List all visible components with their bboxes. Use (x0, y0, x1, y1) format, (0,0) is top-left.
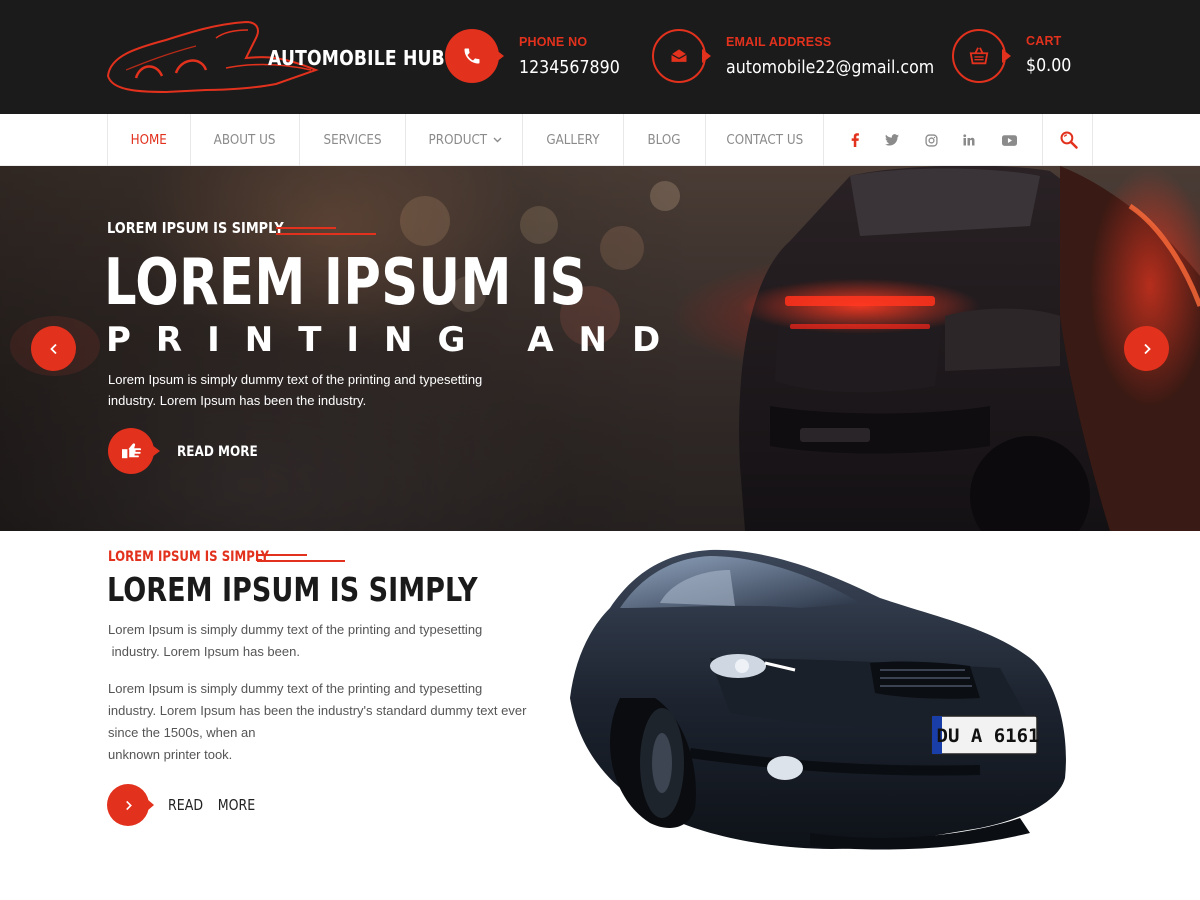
about-p2-line: unknown printer took. (108, 747, 233, 762)
chevron-right-icon (1143, 343, 1151, 354)
about-kicker-lines (257, 554, 345, 566)
phone-icon (445, 29, 499, 83)
hero-kicker-lines (276, 227, 376, 239)
phone-pointer (495, 49, 504, 63)
envelope-icon (652, 29, 706, 83)
cart-label: CART (1026, 34, 1062, 48)
chevron-down-icon (493, 137, 502, 143)
linkedin-icon[interactable] (950, 114, 988, 166)
main-navigation: HOME ABOUT US SERVICES PRODUCT GALLERY B… (0, 114, 1200, 166)
about-read-more-label: READ MORE (168, 796, 256, 814)
hero-slider: LOREM IPSUM IS SIMPLY LOREM IPSUM IS PRI… (0, 166, 1200, 531)
about-paragraph-2: Lorem Ipsum is simply dummy text of the … (108, 678, 548, 766)
brand-logo[interactable]: AUTOMOBILE HUB (106, 18, 445, 98)
hero-description: Lorem Ipsum is simply dummy text of the … (108, 372, 483, 408)
about-kicker: LOREM IPSUM IS SIMPLY (108, 549, 270, 565)
twitter-icon[interactable] (873, 114, 911, 166)
nav-item-blog[interactable]: BLOG (624, 114, 706, 166)
nav-label: ABOUT US (214, 132, 276, 148)
about-p2-line: industry. Lorem Ipsum has been the indus… (108, 703, 527, 718)
cta-pointer (152, 445, 160, 457)
brand-name: AUTOMOBILE HUB (268, 46, 445, 70)
nav-item-gallery[interactable]: GALLERY (523, 114, 624, 166)
email-pointer (702, 49, 711, 63)
chevron-right-icon (107, 784, 149, 826)
slider-next-button[interactable] (1124, 326, 1169, 371)
facebook-icon[interactable] (836, 114, 874, 166)
about-paragraph-1: Lorem Ipsum is simply dummy text of the … (108, 619, 528, 663)
hero-subtitle: PRINTING AND (106, 320, 686, 360)
phone-value[interactable]: 1234567890 (519, 57, 620, 78)
phone-label: PHONE NO (519, 35, 588, 49)
search-button[interactable] (1042, 114, 1094, 166)
top-header: AUTOMOBILE HUB PHONE NO 1234567890 EMAIL… (0, 0, 1200, 114)
pointing-hand-icon (108, 428, 154, 474)
cta-pointer (147, 799, 154, 811)
instagram-icon[interactable] (912, 114, 950, 166)
mustang-car-image: DU A 6161 (570, 549, 1066, 850)
nav-item-contact-us[interactable]: CONTACT US (706, 114, 824, 166)
cart-total: $0.00 (1026, 55, 1072, 76)
basket-icon[interactable] (952, 29, 1006, 83)
nav-item-about-us[interactable]: ABOUT US (191, 114, 300, 166)
about-p1-line: Lorem Ipsum is simply dummy text of the … (108, 622, 483, 637)
about-p1-line: industry. Lorem Ipsum has been. (108, 644, 300, 659)
nav-item-services[interactable]: SERVICES (300, 114, 406, 166)
about-p2-line: since the 1500s, when an (108, 725, 256, 740)
cart-pointer (1002, 49, 1011, 63)
hero-kicker: LOREM IPSUM IS SIMPLY (107, 219, 284, 237)
nav-item-product[interactable]: PRODUCT (406, 114, 523, 166)
nav-inner: HOME ABOUT US SERVICES PRODUCT GALLERY B… (107, 114, 1093, 166)
hero-read-more-label: READ MORE (177, 444, 258, 460)
chevron-left-icon (49, 343, 57, 354)
hero-title: LOREM IPSUM IS (104, 246, 587, 320)
slider-prev-button[interactable] (31, 326, 76, 371)
nav-label: BLOG (647, 132, 682, 148)
nav-label: CONTACT US (726, 132, 803, 148)
nav-label: HOME (130, 132, 168, 148)
about-p2-line: Lorem Ipsum is simply dummy text of the … (108, 681, 483, 696)
nav-label: SERVICES (323, 132, 382, 148)
email-label: EMAIL ADDRESS (726, 35, 832, 49)
youtube-icon[interactable] (990, 114, 1028, 166)
license-plate-text: DU A 6161 (937, 725, 1040, 747)
search-icon (1060, 131, 1078, 149)
email-value[interactable]: automobile22@gmail.com (726, 57, 934, 78)
about-title: LOREM IPSUM IS SIMPLY (107, 570, 478, 609)
nav-label: GALLERY (546, 132, 600, 148)
nav-label: PRODUCT (428, 132, 488, 148)
nav-item-home[interactable]: HOME (108, 114, 191, 166)
